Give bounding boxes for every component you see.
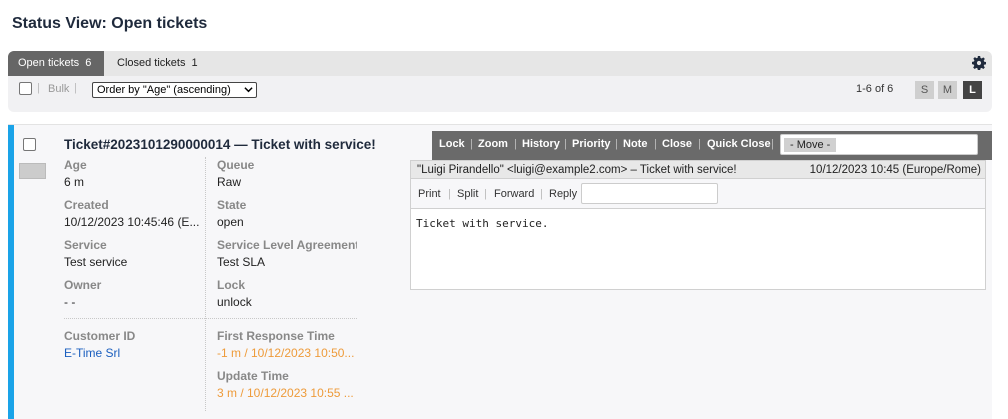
field-label: Service Level Agreement <box>217 238 357 252</box>
field-state: State open <box>217 198 246 229</box>
field-value: Test service <box>64 255 128 269</box>
ticket-state-bar <box>8 125 14 419</box>
section-divider <box>64 318 357 319</box>
article-date: 10/12/2023 10:45 (Europe/Rome) <box>809 164 981 176</box>
lock-action[interactable]: Lock <box>439 138 465 150</box>
view-size-medium-button[interactable]: M <box>938 81 957 99</box>
field-label: Lock <box>217 278 246 292</box>
field-value: Test SLA <box>217 255 266 269</box>
field-owner: Owner - - <box>64 278 101 309</box>
priority-action[interactable]: Priority <box>572 138 611 150</box>
separator: | <box>698 138 701 150</box>
quick-close-action[interactable]: Quick Close <box>707 138 771 150</box>
field-value: 3 m / 10/12/2023 10:55 ... <box>217 386 354 400</box>
overview-toolbar: | Bulk | Order by "Age" (ascending) 1-6 … <box>8 76 992 112</box>
priority-indicator <box>19 163 46 179</box>
separator: | <box>470 138 473 150</box>
reply-action[interactable]: Reply <box>549 188 577 200</box>
column-divider <box>205 157 206 411</box>
pagination-info: 1-6 of 6 <box>856 83 894 95</box>
separator: | <box>448 188 451 200</box>
ticket-title[interactable]: Ticket#2023101290000014 — Ticket with se… <box>64 137 376 152</box>
field-label: Update Time <box>217 369 289 383</box>
view-size-small-button[interactable]: S <box>915 81 934 99</box>
move-queue-select[interactable]: - Move - <box>780 134 978 155</box>
split-action[interactable]: Split <box>457 188 478 200</box>
gear-icon[interactable] <box>972 56 986 70</box>
bulk-action[interactable]: Bulk <box>48 83 69 95</box>
field-value: open <box>217 215 244 229</box>
field-customer-id: Customer ID E-Time Srl <box>64 329 135 360</box>
close-action[interactable]: Close <box>662 138 692 150</box>
select-all-checkbox[interactable] <box>19 82 32 95</box>
field-label: Owner <box>64 278 102 292</box>
field-label: Age <box>64 158 87 172</box>
field-first-response-time: First Response Time -1 m / 10/12/2023 10… <box>217 329 354 360</box>
tab-open-tickets[interactable]: Open tickets 6 <box>8 51 104 76</box>
field-label: First Response Time <box>217 329 335 343</box>
separator: | <box>564 138 567 150</box>
customer-id-link[interactable]: E-Time Srl <box>64 346 135 360</box>
field-queue: Queue Raw <box>217 158 254 189</box>
field-value: Raw <box>217 175 242 189</box>
page-title: Status View: Open tickets <box>12 15 208 32</box>
note-action[interactable]: Note <box>623 138 647 150</box>
field-label: Queue <box>217 158 255 172</box>
ticket-action-bar: Lock | Zoom | History | Priority | Note … <box>432 131 992 160</box>
field-update-time: Update Time 3 m / 10/12/2023 10:55 ... <box>217 369 354 400</box>
chevron-down-icon <box>244 87 253 93</box>
field-label: Created <box>64 198 109 212</box>
print-action[interactable]: Print <box>418 188 441 200</box>
zoom-action[interactable]: Zoom <box>478 138 508 150</box>
tab-count: 6 <box>85 57 92 69</box>
article-from: "Luigi Pirandello" <luigi@example2.com> … <box>417 164 737 176</box>
field-lock: Lock unlock <box>217 278 252 309</box>
reply-template-select[interactable] <box>581 183 718 204</box>
separator: | <box>654 138 657 150</box>
field-value: 10/12/2023 10:45:46 (E... <box>64 215 200 229</box>
article-menu: Print | Split | Forward | Reply <box>411 179 985 209</box>
sort-order-select[interactable]: Order by "Age" (ascending) <box>92 82 257 98</box>
tab-count: 1 <box>191 57 198 69</box>
tab-label: Open tickets <box>18 57 80 69</box>
article-preview: "Luigi Pirandello" <luigi@example2.com> … <box>410 160 986 290</box>
article-header: "Luigi Pirandello" <luigi@example2.com> … <box>411 161 985 179</box>
separator: | <box>514 138 517 150</box>
field-label: Customer ID <box>64 329 136 343</box>
field-created: Created 10/12/2023 10:45:46 (E... <box>64 198 199 229</box>
field-age: Age 6 m <box>64 158 87 189</box>
view-size-large-button[interactable]: L <box>963 81 982 99</box>
field-value: - - <box>64 295 76 309</box>
field-sla: Service Level Agreement Test SLA <box>217 238 357 269</box>
forward-action[interactable]: Forward <box>494 188 534 200</box>
status-tabs: Open tickets 6 Closed tickets 1 <box>8 51 992 76</box>
move-placeholder: - Move - <box>784 138 837 152</box>
separator: | <box>37 82 40 94</box>
separator: | <box>74 82 77 94</box>
article-body: Ticket with service. <box>416 217 549 230</box>
separator: | <box>484 188 487 200</box>
separator: | <box>615 138 618 150</box>
tab-closed-tickets[interactable]: Closed tickets 1 <box>107 51 208 76</box>
field-label: Service <box>64 238 107 252</box>
field-value: 6 m <box>64 175 85 189</box>
separator: | <box>771 138 774 150</box>
field-value: unlock <box>217 295 252 309</box>
separator: | <box>540 188 543 200</box>
field-label: State <box>217 198 247 212</box>
ticket-item: Ticket#2023101290000014 — Ticket with se… <box>8 124 992 419</box>
ticket-checkbox[interactable] <box>23 138 36 151</box>
history-action[interactable]: History <box>522 138 560 150</box>
tab-label: Closed tickets <box>117 57 186 69</box>
sort-order-value: Order by "Age" (ascending) <box>97 84 231 96</box>
field-value: -1 m / 10/12/2023 10:50... <box>217 346 355 360</box>
field-service: Service Test service <box>64 238 127 269</box>
